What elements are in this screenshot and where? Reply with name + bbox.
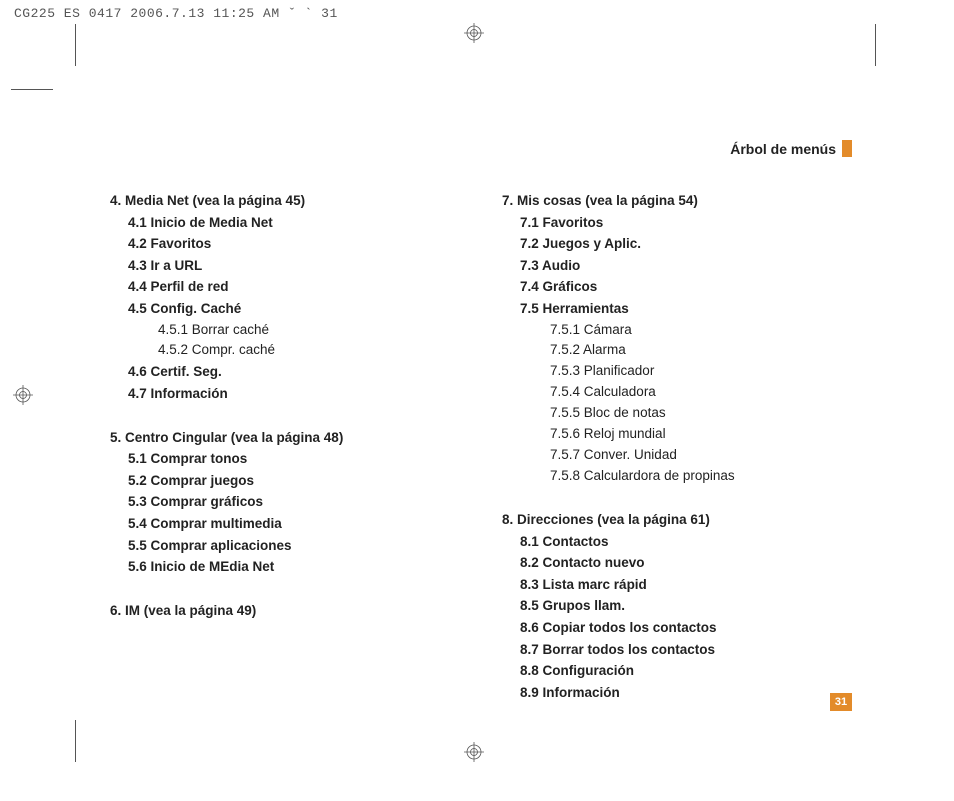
menu-section-8: 8. Direcciones (vea la página 61) 8.1 Co…	[502, 509, 844, 703]
section-title: 8. Direcciones (vea la página 61)	[502, 509, 844, 531]
menu-subitem: 7.5.3 Planificador	[502, 361, 844, 382]
menu-section-7: 7. Mis cosas (vea la página 54) 7.1 Favo…	[502, 190, 844, 487]
menu-item: 4.5 Config. Caché	[110, 298, 452, 320]
menu-section-6: 6. IM (vea la página 49)	[110, 600, 452, 622]
menu-item: 7.1 Favoritos	[502, 212, 844, 234]
menu-item: 4.1 Inicio de Media Net	[110, 212, 452, 234]
menu-section-5: 5. Centro Cingular (vea la página 48) 5.…	[110, 427, 452, 578]
menu-item: 8.3 Lista marc rápid	[502, 574, 844, 596]
crop-mark	[11, 89, 53, 90]
menu-subitem: 7.5.6 Reloj mundial	[502, 424, 844, 445]
registration-mark-icon	[464, 742, 484, 762]
registration-mark-icon	[13, 385, 33, 405]
section-title: 6. IM (vea la página 49)	[110, 600, 452, 622]
crop-mark	[75, 24, 76, 66]
menu-subitem: 4.5.2 Compr. caché	[110, 340, 452, 361]
menu-item: 7.3 Audio	[502, 255, 844, 277]
menu-subitem: 4.5.1 Borrar caché	[110, 320, 452, 341]
menu-item: 5.4 Comprar multimedia	[110, 513, 452, 535]
menu-item: 4.3 Ir a URL	[110, 255, 452, 277]
menu-item: 5.2 Comprar juegos	[110, 470, 452, 492]
menu-item: 8.1 Contactos	[502, 531, 844, 553]
menu-subitem: 7.5.7 Conver. Unidad	[502, 445, 844, 466]
menu-item: 8.2 Contacto nuevo	[502, 552, 844, 574]
menu-subitem: 7.5.5 Bloc de notas	[502, 403, 844, 424]
menu-item: 7.2 Juegos y Aplic.	[502, 233, 844, 255]
menu-item: 8.8 Configuración	[502, 660, 844, 682]
crop-mark	[875, 24, 876, 66]
menu-subitem: 7.5.4 Calculadora	[502, 382, 844, 403]
print-metadata: CG225 ES 0417 2006.7.13 11:25 AM ˇ ` 31	[14, 6, 338, 21]
menu-subitem: 7.5.8 Calculardora de propinas	[502, 466, 844, 487]
crop-mark	[75, 720, 76, 762]
menu-item: 8.9 Información	[502, 682, 844, 704]
menu-subitem: 7.5.1 Cámara	[502, 320, 844, 341]
menu-item: 5.3 Comprar gráficos	[110, 491, 452, 513]
menu-item: 5.1 Comprar tonos	[110, 448, 452, 470]
page-title: Árbol de menús	[730, 141, 836, 157]
menu-item: 8.6 Copiar todos los contactos	[502, 617, 844, 639]
menu-item: 5.6 Inicio de MEdia Net	[110, 556, 452, 578]
menu-item: 4.2 Favoritos	[110, 233, 452, 255]
menu-item: 7.5 Herramientas	[502, 298, 844, 320]
menu-item: 4.7 Información	[110, 383, 452, 405]
menu-item: 8.5 Grupos llam.	[502, 595, 844, 617]
menu-item: 5.5 Comprar aplicaciones	[110, 535, 452, 557]
content-columns: 4. Media Net (vea la página 45) 4.1 Inic…	[110, 190, 844, 725]
menu-item: 4.6 Certif. Seg.	[110, 361, 452, 383]
section-title: 4. Media Net (vea la página 45)	[110, 190, 452, 212]
page-title-accent	[842, 140, 852, 157]
menu-subitem: 7.5.2 Alarma	[502, 340, 844, 361]
menu-item: 8.7 Borrar todos los contactos	[502, 639, 844, 661]
menu-item: 4.4 Perfil de red	[110, 276, 452, 298]
page-number-badge: 31	[830, 693, 852, 711]
page-title-container: Árbol de menús	[730, 140, 852, 157]
section-title: 7. Mis cosas (vea la página 54)	[502, 190, 844, 212]
registration-mark-icon	[464, 23, 484, 43]
menu-item: 7.4 Gráficos	[502, 276, 844, 298]
menu-section-4: 4. Media Net (vea la página 45) 4.1 Inic…	[110, 190, 452, 405]
section-title: 5. Centro Cingular (vea la página 48)	[110, 427, 452, 449]
right-column: 7. Mis cosas (vea la página 54) 7.1 Favo…	[502, 190, 844, 725]
left-column: 4. Media Net (vea la página 45) 4.1 Inic…	[110, 190, 452, 725]
